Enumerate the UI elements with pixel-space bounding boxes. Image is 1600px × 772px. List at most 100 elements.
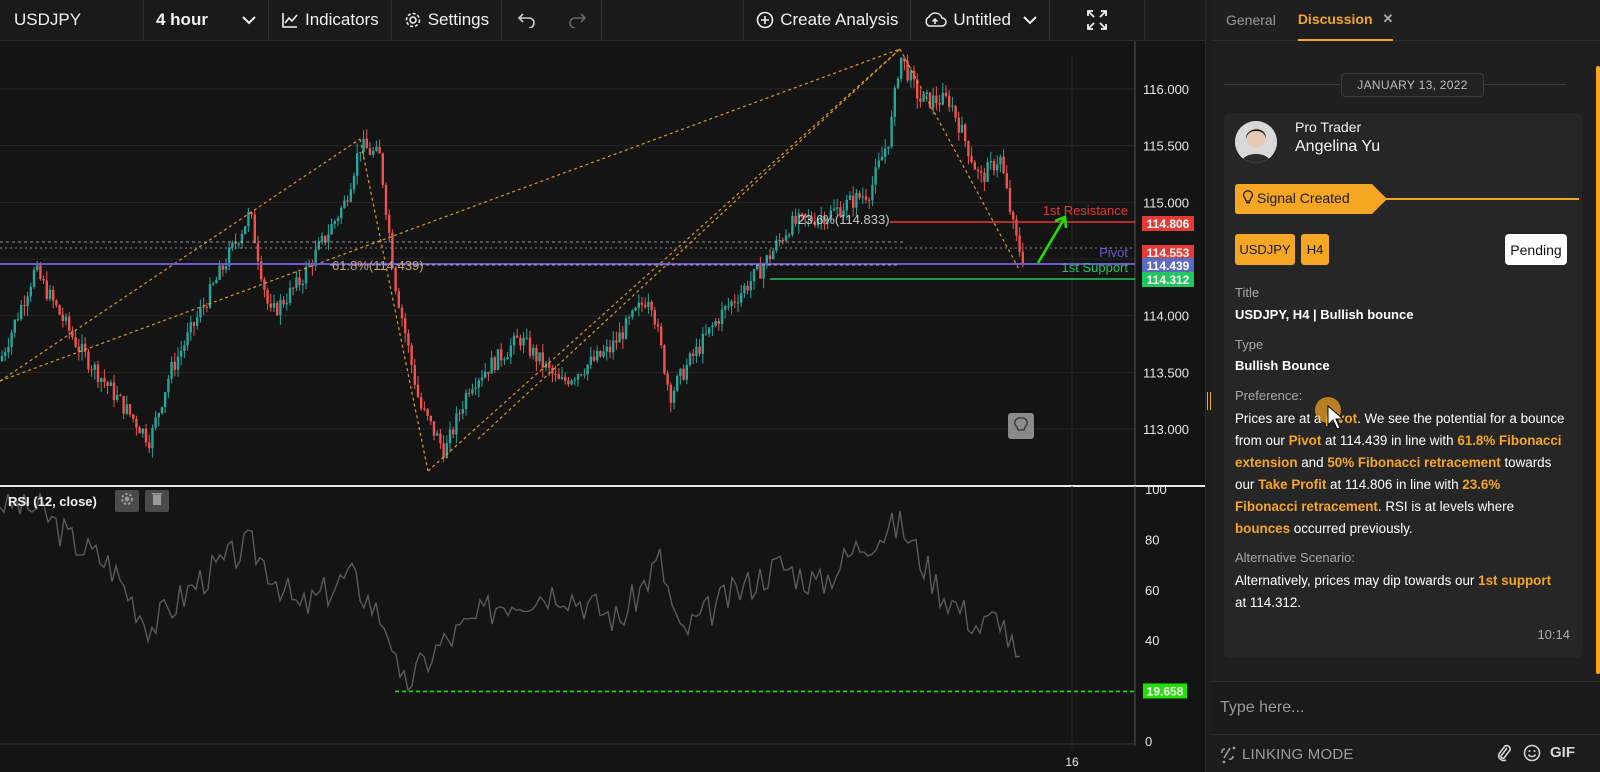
candle-body	[688, 353, 692, 366]
scrollbar[interactable]	[1596, 66, 1600, 674]
rsi-value-label: 19.658	[1147, 684, 1184, 698]
rsi-title: RSI (12, close)	[8, 493, 97, 509]
candle-body	[480, 377, 484, 381]
candle-body	[992, 160, 996, 171]
candle-body	[90, 369, 93, 371]
candle-body	[711, 325, 714, 328]
candle-body	[512, 335, 516, 346]
candle-body	[877, 160, 880, 168]
candle-body	[954, 105, 957, 118]
candle-body	[58, 305, 61, 315]
timeframe-tag[interactable]: H4	[1301, 234, 1329, 265]
fullscreen-icon	[1085, 8, 1109, 32]
drag-handle-icon[interactable]	[1207, 392, 1211, 410]
candle-body	[464, 392, 468, 410]
candle-body	[103, 378, 106, 383]
plus-circle-icon	[756, 11, 774, 29]
candle-body	[922, 93, 925, 102]
candle-body	[116, 394, 119, 400]
candle-body	[919, 98, 922, 102]
preference-label: Preference:	[1235, 388, 1303, 403]
candle-body	[912, 70, 916, 80]
candle-body	[45, 280, 48, 299]
candle-body	[404, 318, 407, 334]
candle-body	[330, 223, 333, 235]
candle-body	[487, 371, 490, 374]
resistance-annotation: 1st Resistance	[1043, 203, 1128, 218]
rsi-settings-button[interactable]	[114, 490, 139, 512]
candle-body	[298, 277, 301, 286]
tab-discussion[interactable]: Discussion ✕	[1297, 0, 1394, 41]
signal-marker-button[interactable]	[1008, 413, 1034, 439]
candle-body	[407, 333, 410, 346]
chart-toolbar: USDJPY 4 hour Indicators Settings Create…	[0, 0, 1205, 41]
candle-body	[548, 363, 551, 368]
candle-body	[692, 353, 695, 356]
candle-body	[948, 95, 951, 107]
fullscreen-button[interactable]	[1050, 0, 1145, 40]
emoji-icon[interactable]	[1523, 744, 1541, 767]
message-input[interactable]	[1220, 690, 1580, 726]
time-tick-label: 16	[1065, 755, 1079, 769]
price-chart[interactable]: 116.000115.500115.000114.500114.000113.5…	[0, 41, 1205, 486]
candle-body	[749, 281, 752, 291]
create-analysis-button[interactable]: Create Analysis	[744, 0, 912, 40]
candle-body	[68, 316, 71, 331]
candle-body	[896, 78, 900, 88]
rsi-tick-label: 100	[1145, 486, 1167, 497]
link-icon[interactable]	[1220, 744, 1238, 769]
candle-body	[928, 92, 932, 108]
candle-body	[522, 337, 525, 346]
candle-body	[490, 357, 493, 374]
toolbar-tail	[1145, 0, 1205, 40]
cloud-upload-icon	[923, 11, 948, 29]
paperclip-icon[interactable]	[1496, 744, 1512, 767]
text-run: . RSI is at levels where	[1377, 499, 1515, 514]
symbol-selector[interactable]: USDJPY	[0, 0, 144, 40]
candle-body	[538, 352, 541, 362]
redo-button[interactable]	[552, 0, 603, 40]
fibonacci-line	[427, 48, 901, 472]
candle-body	[36, 265, 39, 270]
candle-body	[276, 303, 279, 316]
indicators-button[interactable]: Indicators	[269, 0, 392, 40]
close-icon[interactable]: ✕	[1383, 11, 1394, 27]
candle-body	[196, 317, 199, 326]
candle-body	[212, 283, 215, 285]
linking-mode-toggle[interactable]: LINKING MODE	[1242, 746, 1354, 763]
candle-body	[397, 291, 400, 308]
candle-body	[32, 269, 36, 287]
indicators-label: Indicators	[305, 10, 379, 29]
candle-body	[138, 427, 141, 434]
candle-body	[615, 340, 618, 343]
candle-body	[461, 409, 464, 414]
rsi-delete-button[interactable]	[144, 490, 169, 512]
candle-body	[458, 413, 461, 415]
candle-body	[452, 429, 455, 435]
candle-body	[448, 429, 452, 444]
candle-body	[602, 351, 605, 357]
undo-button[interactable]	[502, 0, 552, 40]
candle-body	[967, 141, 970, 157]
layout-menu[interactable]: Untitled	[911, 0, 1050, 40]
candle-body	[48, 289, 52, 299]
candle-body	[112, 382, 116, 400]
rsi-chart[interactable]: 10080604020019.65816	[0, 486, 1205, 772]
avatar[interactable]	[1235, 121, 1277, 163]
candle-body	[608, 346, 612, 353]
candle-body	[429, 415, 432, 422]
candle-body	[320, 235, 324, 242]
gif-button[interactable]: GIF	[1550, 744, 1575, 761]
candle-body	[221, 265, 224, 270]
candle-body	[666, 373, 669, 385]
interval-selector[interactable]: 4 hour	[144, 0, 269, 40]
candle-body	[192, 322, 196, 326]
symbol-tag[interactable]: USDJPY	[1235, 234, 1295, 265]
price-badge-label: 114.439	[1147, 259, 1190, 273]
candle-body	[135, 418, 138, 428]
candle-body	[272, 303, 276, 308]
settings-button[interactable]: Settings	[392, 0, 503, 40]
panel-splitter[interactable]	[1205, 0, 1212, 772]
tab-general[interactable]: General	[1226, 0, 1276, 41]
candle-body	[778, 239, 781, 241]
